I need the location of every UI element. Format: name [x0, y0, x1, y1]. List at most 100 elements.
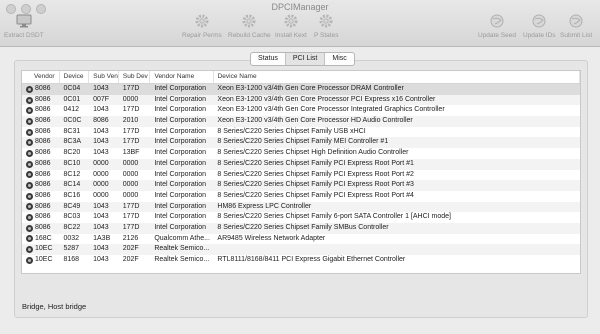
- vendor-id-text: 8086: [35, 138, 51, 146]
- table-row[interactable]: 8086 8C31 1043 177D Intel Corporation 8 Serie…: [22, 127, 580, 138]
- table-row[interactable]: 8086 8C49 1043 177D Intel Corporation HM86 Ex…: [22, 201, 580, 213]
- table-row[interactable]: 8086 0C0C 8086 2010 Intel Corporation Xeon E3…: [22, 116, 580, 127]
- device-disc-icon: [26, 149, 33, 157]
- table-row[interactable]: 8086 8C14 0000 0000 Intel Corporation 8 Serie…: [22, 180, 580, 191]
- cell-device-name: RTL8111/8168/8411 PCI Express Gigabit Et…: [217, 256, 406, 263]
- cell-sub-ven: 1043: [93, 202, 109, 210]
- table-row[interactable]: 8086 8C12 0000 0000 Intel Corporation 8 Serie…: [22, 170, 580, 181]
- table-row[interactable]: 8086 8C10 0000 0000 Intel Corporation 8 Serie…: [22, 158, 580, 170]
- cell-device: 8C31: [63, 127, 81, 135]
- column-header-vendor[interactable]: Vendor: [22, 71, 60, 83]
- cell-vendor: 8086: [22, 84, 60, 95]
- tab-misc[interactable]: Misc: [325, 53, 353, 65]
- cell-device: 8C22: [63, 223, 81, 231]
- cell-device: 8C49: [63, 202, 81, 210]
- cell-sub-dev: 177D: [122, 202, 140, 210]
- cell-vendor-name: Intel Corporation: [154, 181, 207, 189]
- install-kext-label: Install Kext: [275, 32, 307, 39]
- cell-device: 0C04: [63, 85, 81, 92]
- table-row[interactable]: 8086 0C04 1043 177D Intel Corporation Xeon E3…: [22, 84, 580, 95]
- table-row[interactable]: 8086 8C22 1043 177D Intel Corporation 8 Serie…: [22, 222, 580, 234]
- cell-vendor-name: Realtek Semico...: [154, 256, 210, 263]
- cell-device: 8C03: [63, 213, 81, 221]
- extract-dsdt-button[interactable]: Extract DSDT: [4, 12, 44, 39]
- cell-sub-ven: 0000: [93, 159, 109, 167]
- cell-device-name: 8 Series/C220 Series Chipset Family PCI …: [217, 191, 414, 199]
- cell-device: 8C12: [63, 170, 81, 178]
- cell-sub-ven: 1043: [93, 106, 109, 114]
- table-row[interactable]: 168C 0032 1A3B 2126 Qualcomm Athe... AR9485 W…: [22, 234, 580, 245]
- cell-vendor-name: Intel Corporation: [154, 223, 207, 231]
- cell-sub-ven: 1043: [93, 223, 109, 231]
- cell-device: 8C14: [63, 181, 81, 189]
- cell-device-name: 8 Series/C220 Series Chipset Family MEI …: [217, 138, 389, 146]
- tab-pci-list[interactable]: PCI List: [285, 53, 326, 65]
- device-disc-icon: [26, 214, 33, 222]
- cell-device: 0412: [63, 106, 80, 114]
- column-header-device[interactable]: Device: [60, 71, 90, 83]
- device-disc-icon: [26, 246, 33, 254]
- table-row[interactable]: 10EC 5287 1043 202F Realtek Semico...: [22, 244, 580, 255]
- vendor-id-text: 8086: [35, 223, 51, 231]
- table-row[interactable]: 8086 8C16 0000 0000 Intel Corporation 8 Serie…: [22, 191, 580, 202]
- update-ids-button[interactable]: Update IDs: [523, 12, 556, 39]
- cell-device-name: 8 Series/C220 Series Chipset Family USB …: [217, 127, 366, 135]
- cell-device-name: HM86 Express LPC Controller: [217, 202, 312, 210]
- cell-sub-ven: 0000: [93, 181, 109, 189]
- window-title: DPCIManager: [271, 2, 329, 12]
- cell-sub-dev: 202F: [122, 245, 139, 253]
- cell-vendor: 8086: [22, 159, 60, 170]
- vendor-id-text: 10EC: [35, 256, 53, 263]
- cell-sub-dev: 13BF: [122, 149, 140, 157]
- vendor-id-text: 8086: [35, 181, 51, 189]
- cell-sub-dev: 177D: [122, 213, 140, 221]
- column-header-device-name[interactable]: Device Name: [214, 71, 580, 83]
- device-disc-icon: [26, 128, 33, 136]
- rebuild-cache-button[interactable]: Rebuild Cache: [228, 12, 271, 39]
- pci-table[interactable]: Vendor Device Sub Ven Sub Dev Vendor Nam…: [21, 70, 581, 274]
- tab-bar: Status PCI List Misc: [250, 52, 355, 66]
- device-disc-icon: [26, 171, 33, 179]
- column-header-sub-ven[interactable]: Sub Ven: [89, 71, 119, 83]
- cell-vendor-name: Qualcomm Athe...: [154, 234, 210, 242]
- device-disc-icon: [26, 107, 33, 115]
- cell-device-name: AR9485 Wireless Network Adapter: [217, 234, 326, 242]
- cell-device: 8168: [63, 256, 80, 263]
- device-disc-icon: [26, 139, 33, 147]
- column-header-sub-dev[interactable]: Sub Dev: [119, 71, 151, 83]
- table-row[interactable]: 8086 8C20 1043 13BF Intel Corporation 8 Serie…: [22, 148, 580, 159]
- cell-vendor: 10EC: [22, 255, 60, 266]
- cell-vendor: 8086: [22, 137, 60, 148]
- device-disc-icon: [26, 96, 33, 104]
- update-seed-button[interactable]: Update Seed: [478, 12, 516, 39]
- cell-vendor: 8086: [22, 223, 60, 234]
- vendor-id-text: 8086: [35, 127, 51, 135]
- cell-sub-dev: 0000: [122, 191, 139, 199]
- cell-vendor-name: Intel Corporation: [154, 85, 207, 92]
- p-states-button[interactable]: P States: [314, 12, 338, 39]
- table-row[interactable]: 8086 0C01 007F 0000 Intel Corporation Xeon E3…: [22, 94, 580, 106]
- vendor-id-text: 8086: [35, 149, 51, 157]
- rebuild-cache-label: Rebuild Cache: [228, 32, 271, 39]
- cell-sub-ven: 0000: [93, 170, 109, 178]
- app-window: DPCIManager Extract DSDT Repair Perms Re…: [0, 0, 600, 334]
- cell-device-name: Xeon E3-1200 v3/4th Gen Core Processor P…: [217, 95, 436, 103]
- repair-perms-button[interactable]: Repair Perms: [182, 12, 222, 39]
- vendor-id-text: 8086: [35, 106, 51, 114]
- cell-sub-ven: 007F: [93, 95, 110, 103]
- submit-list-button[interactable]: Submit List: [560, 12, 592, 39]
- cell-sub-dev: 2010: [122, 117, 139, 125]
- cell-device-name: Xeon E3-1200 v3/4th Gen Core Processor I…: [217, 106, 445, 114]
- cell-device: 8C16: [63, 191, 81, 199]
- table-row[interactable]: 8086 8C3A 1043 177D Intel Corporation 8 Serie…: [22, 137, 580, 149]
- cell-sub-ven: 1043: [93, 149, 109, 157]
- repair-perms-label: Repair Perms: [182, 32, 222, 39]
- tab-status[interactable]: Status: [251, 53, 286, 65]
- cell-sub-dev: 177D: [122, 106, 140, 114]
- table-row[interactable]: 8086 8C03 1043 177D Intel Corporation 8 Serie…: [22, 212, 580, 223]
- column-header-vendor-name[interactable]: Vendor Name: [150, 71, 214, 83]
- install-kext-button[interactable]: Install Kext: [275, 12, 307, 39]
- cell-device-name: 8 Series/C220 Series Chipset Family PCI …: [217, 181, 414, 189]
- table-row[interactable]: 8086 0412 1043 177D Intel Corporation Xeon E3…: [22, 105, 580, 116]
- table-row[interactable]: 10EC 8168 1043 202F Realtek Semico... RTL8111…: [22, 255, 580, 266]
